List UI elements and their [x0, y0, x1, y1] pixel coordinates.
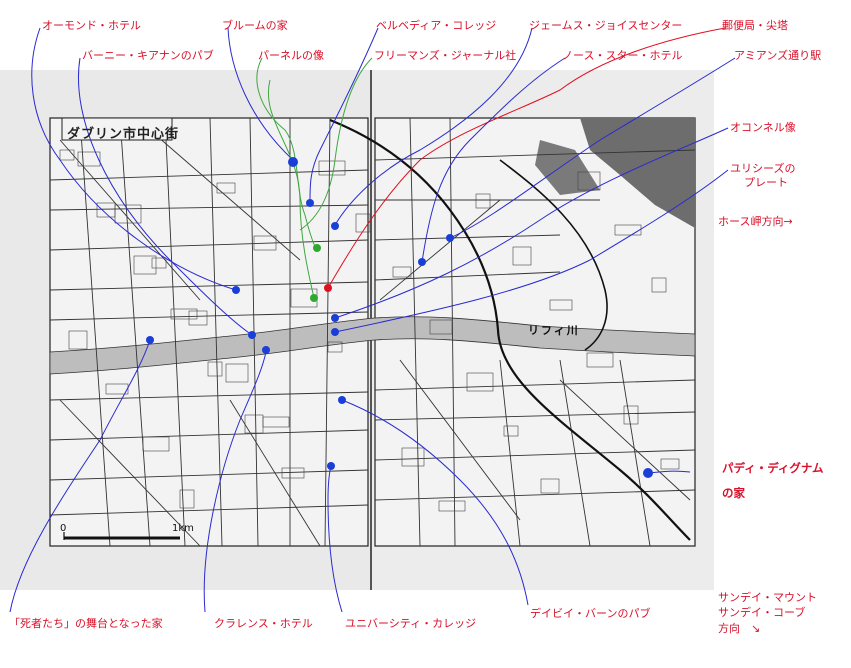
- marker-ormond-hotel: [232, 286, 240, 294]
- label-university-college: ユニバーシティ・カレッジ: [345, 617, 477, 630]
- label-dead-setting: 「死者たち」の舞台となった家: [9, 617, 163, 630]
- label-howth-direction: ホース岬方向→: [718, 215, 793, 228]
- label-north-star-hotel: ノース・スター・ホテル: [562, 49, 683, 62]
- label-belvedere-college: ベルベディア・コレッジ: [376, 19, 497, 32]
- label-freemans-journal: フリーマンズ・ジャーナル社: [374, 49, 517, 62]
- label-oconnell-statue: オコンネル像: [730, 121, 796, 134]
- marker-ulysses-plate: [331, 328, 339, 336]
- marker-belvedere-college: [306, 199, 314, 207]
- label-amiens-street-station: アミアンズ通り駅: [734, 49, 822, 62]
- label-sandymount-2: サンデイ・コーブ: [718, 606, 806, 619]
- marker-davy-byrnes-pub: [338, 396, 346, 404]
- label-parnell-statue: パーネルの像: [258, 49, 324, 62]
- label-davy-byrnes-pub: デイビイ・バーンのパブ: [530, 607, 651, 620]
- label-bloom-house: ブルームの家: [222, 19, 288, 32]
- label-sandymount-3: 方向 ↘: [718, 622, 761, 635]
- marker-north-star-hotel: [418, 258, 426, 266]
- scale-zero-label: 0: [60, 523, 67, 534]
- label-james-joyce-centre: ジェームス・ジョイスセンター: [529, 19, 683, 32]
- map-stage: ダブリン市中心街 リフィ川 0 1km オーモンド・ホテル ブルームの家 ベルベ…: [0, 0, 851, 664]
- label-clarence-hotel: クラレンス・ホテル: [214, 617, 313, 630]
- marker-post-office-spire: [324, 284, 332, 292]
- label-barney-kiernan-pub: バーニー・キアナンのパブ: [82, 49, 214, 62]
- marker-paddy-dignam: [643, 468, 653, 478]
- label-ulysses-plate-1: ユリシーズの: [730, 162, 796, 175]
- label-paddy-dignam-2: の家: [722, 486, 745, 500]
- scale-km-label: 1km: [172, 523, 194, 534]
- label-ulysses-plate-2: プレート: [744, 176, 788, 189]
- marker-oconnell-statue: [331, 314, 339, 322]
- dublin-map: [0, 27, 736, 613]
- river-label: リフィ川: [528, 324, 580, 337]
- marker-dead-setting: [146, 336, 154, 344]
- marker-barney-kiernan-pub: [248, 331, 256, 339]
- marker-university-college: [327, 462, 335, 470]
- label-paddy-dignam-1: パディ・ディグナム: [722, 461, 824, 475]
- map-title: ダブリン市中心街: [67, 127, 180, 142]
- label-sandymount-1: サンデイ・マウント: [718, 591, 817, 604]
- marker-parnell-statue: [313, 244, 321, 252]
- marker-clarence-hotel: [262, 346, 270, 354]
- label-ormond-hotel: オーモンド・ホテル: [42, 19, 141, 32]
- marker-parnell-statue-2: [310, 294, 318, 302]
- label-post-office-spire: 郵便局・尖塔: [722, 19, 788, 32]
- marker-james-joyce-centre: [331, 222, 339, 230]
- marker-bloom-house: [288, 157, 298, 167]
- marker-amiens-street-station: [446, 234, 454, 242]
